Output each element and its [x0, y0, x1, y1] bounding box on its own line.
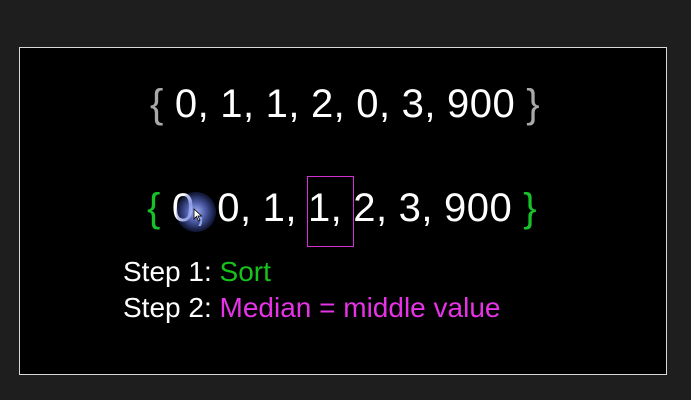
- sorted-value: 1,: [262, 186, 297, 230]
- original-value: 3,: [401, 82, 437, 126]
- step-2-label: Step 2:: [123, 292, 212, 323]
- original-close-brace: }: [526, 82, 541, 126]
- step-1: Step 1: Sort: [123, 256, 271, 288]
- sorted-value: 2,: [353, 186, 388, 230]
- sorted-close-brace: }: [523, 186, 538, 230]
- original-value: 0,: [356, 82, 391, 126]
- original-set: {0, 1, 1, 2, 0, 3, 900}: [150, 82, 540, 126]
- sorted-value: 3,: [398, 186, 434, 230]
- original-value: 0,: [174, 82, 210, 126]
- pointer-cursor-icon: [193, 208, 203, 222]
- median-highlight-box: [307, 176, 354, 247]
- sorted-value: 900: [444, 186, 513, 230]
- step-2: Step 2: Median = middle value: [123, 292, 500, 324]
- original-value: 1,: [265, 82, 300, 126]
- original-value: 1,: [220, 82, 255, 126]
- sorted-open-brace: {: [147, 186, 161, 230]
- original-open-brace: {: [150, 82, 164, 126]
- original-value: 900: [447, 82, 516, 126]
- original-value: 2,: [310, 82, 346, 126]
- step-2-value: Median = middle value: [219, 292, 501, 323]
- step-1-label: Step 1:: [123, 256, 212, 287]
- sorted-value: 0,: [217, 186, 252, 230]
- step-1-value: Sort: [219, 256, 271, 287]
